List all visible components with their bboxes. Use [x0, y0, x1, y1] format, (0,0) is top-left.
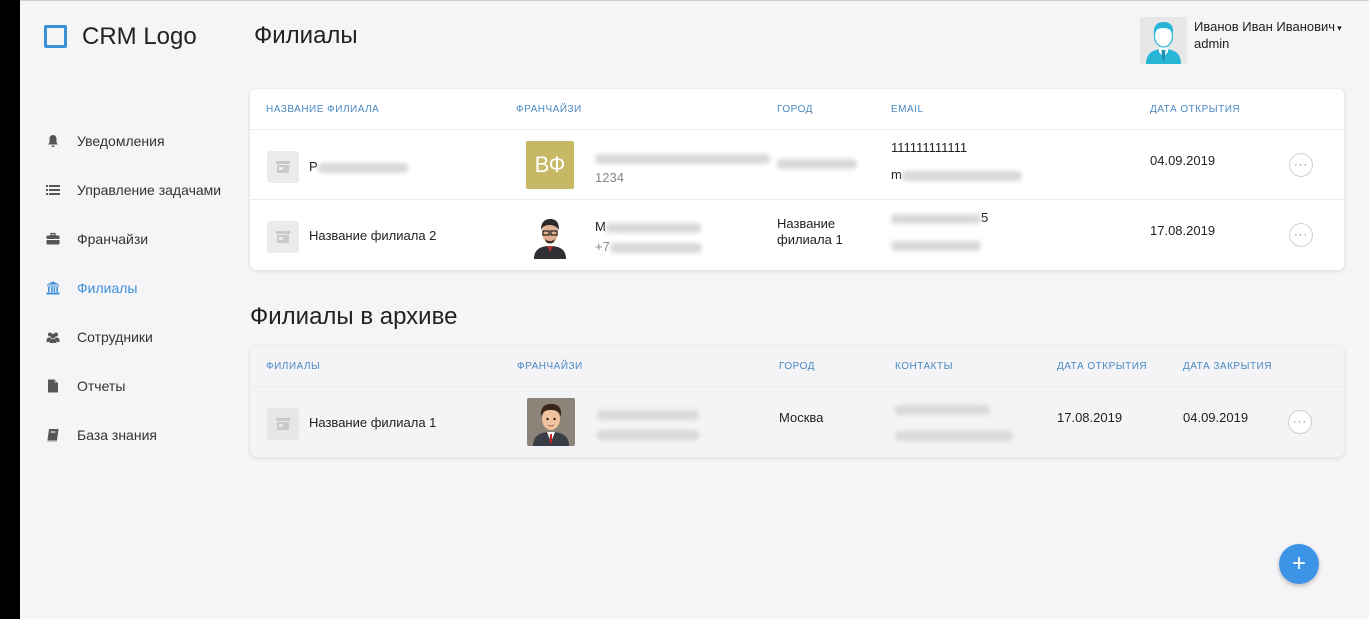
redacted-text: [317, 162, 408, 173]
email-line-1: 111111111111: [891, 140, 968, 155]
franchisee-name[interactable]: [597, 406, 699, 421]
city: [777, 155, 857, 170]
sidebar-item-knowledge-base[interactable]: База знания: [20, 410, 240, 459]
more-actions-button[interactable]: ···: [1289, 153, 1313, 177]
user-role: admin: [1194, 36, 1230, 51]
city: Название филиала 1: [777, 216, 843, 247]
franchisee-photo: [527, 398, 575, 446]
sidebar-item-employees[interactable]: Сотрудники: [20, 312, 240, 361]
bank-icon: [46, 281, 60, 294]
branch-name[interactable]: Название филиала 1: [309, 415, 436, 430]
redacted-text: [597, 409, 699, 420]
opened-date: 17.08.2019: [1057, 410, 1123, 425]
chevron-down-icon: ▾: [1337, 23, 1342, 33]
table-row[interactable]: Р ВФ 1234 111111111111 m 04.09.2019 ···: [250, 130, 1344, 200]
briefcase-icon: [46, 232, 60, 244]
redacted-text: [895, 404, 990, 415]
franchisee-name[interactable]: [595, 150, 770, 165]
avatar: [1140, 17, 1187, 64]
closed-date: 04.09.2019: [1183, 410, 1249, 425]
more-actions-button[interactable]: ···: [1289, 223, 1313, 247]
redacted-text: [777, 158, 857, 169]
sidebar-item-label: Отчеты: [77, 377, 126, 394]
redacted-text: [609, 242, 702, 253]
list-icon: [46, 184, 60, 195]
sidebar-item-label: Управление задачами: [77, 181, 222, 198]
column-header-opened[interactable]: Дата открытия: [1057, 361, 1147, 372]
app-window: CRM Logo Уведомления Управление задачами…: [20, 1, 1369, 619]
sidebar-item-label: База знания: [77, 426, 157, 443]
contact-phone: [895, 401, 990, 416]
store-icon: [267, 408, 299, 440]
add-branch-button[interactable]: +: [1279, 544, 1319, 584]
column-header-franchisee[interactable]: Франчайзи: [516, 104, 582, 115]
book-icon: [47, 428, 59, 441]
column-header-closed[interactable]: Дата закрытия: [1183, 361, 1272, 372]
column-header-city[interactable]: Город: [777, 104, 813, 115]
redacted-text: [595, 153, 770, 164]
archive-table: Филиалы Франчайзи Город Контакты Дата от…: [250, 346, 1344, 457]
opened-date: 17.08.2019: [1150, 223, 1216, 238]
branch-name[interactable]: Р: [309, 159, 408, 174]
opened-date: 04.09.2019: [1150, 153, 1216, 168]
sidebar-item-notifications[interactable]: Уведомления: [20, 116, 240, 165]
column-header-email[interactable]: Email: [891, 104, 924, 115]
sidebar-nav: Уведомления Управление задачами Франчайз…: [20, 116, 240, 459]
redacted-text: [901, 170, 1022, 181]
branches-table: Название филиала Франчайзи Город Email Д…: [250, 89, 1344, 270]
column-header-name[interactable]: Филиалы: [266, 361, 320, 372]
bell-icon: [48, 134, 58, 147]
column-header-name[interactable]: Название филиала: [266, 104, 379, 115]
sidebar-item-branches[interactable]: Филиалы: [20, 263, 240, 312]
column-header-franchisee[interactable]: Франчайзи: [517, 361, 583, 372]
sidebar-item-franchisees[interactable]: Франчайзи: [20, 214, 240, 263]
logo-icon: [44, 25, 67, 48]
franchisee-phone: +7: [595, 239, 702, 254]
sidebar-item-reports[interactable]: Отчеты: [20, 361, 240, 410]
column-header-opened[interactable]: Дата открытия: [1150, 104, 1240, 115]
sidebar-item-label: Филиалы: [77, 279, 138, 296]
user-avatar-icon: [1146, 22, 1181, 64]
redacted-text: [597, 429, 699, 440]
franchisee-photo: [526, 211, 574, 259]
redacted-text: [605, 222, 701, 233]
redacted-text: [891, 213, 981, 224]
page-title: Филиалы: [254, 22, 358, 49]
franchisee-avatar: ВФ: [526, 141, 574, 189]
table-row[interactable]: Название филиала 2 М +7 Название филиала…: [250, 200, 1344, 270]
logo-text: CRM Logo: [82, 23, 197, 50]
table-header: Название филиала Франчайзи Город Email Д…: [250, 89, 1344, 130]
column-header-contacts[interactable]: Контакты: [895, 361, 953, 372]
user-menu[interactable]: Иванов Иван Иванович ▾ admin: [1140, 17, 1369, 65]
email-phone: 5: [891, 210, 988, 225]
franchisee-phone: [597, 426, 699, 441]
users-icon: [46, 332, 60, 343]
contact-email: [895, 427, 1013, 442]
user-name[interactable]: Иванов Иван Иванович ▾: [1194, 19, 1342, 34]
redacted-text: [895, 430, 1013, 441]
store-icon: [267, 151, 299, 183]
sidebar-item-label: Франчайзи: [77, 230, 149, 247]
sidebar-item-label: Уведомления: [77, 132, 165, 149]
store-icon: [267, 221, 299, 253]
more-actions-button[interactable]: ···: [1288, 410, 1312, 434]
email-address: [891, 237, 981, 252]
franchisee-name[interactable]: М: [595, 219, 701, 234]
table-row[interactable]: Название филиала 1 Москва 17.08.2019 04.…: [250, 387, 1344, 457]
email-line-2: m: [891, 167, 1022, 182]
sidebar-item-tasks[interactable]: Управление задачами: [20, 165, 240, 214]
city: Москва: [779, 410, 824, 425]
branch-name[interactable]: Название филиала 2: [309, 228, 436, 243]
archive-section-title: Филиалы в архиве: [250, 303, 458, 330]
column-header-city[interactable]: Город: [779, 361, 815, 372]
file-icon: [48, 379, 58, 392]
franchisee-code: 1234: [595, 170, 624, 185]
sidebar-item-label: Сотрудники: [77, 328, 153, 345]
redacted-text: [891, 240, 981, 251]
table-header: Филиалы Франчайзи Город Контакты Дата от…: [250, 346, 1344, 387]
